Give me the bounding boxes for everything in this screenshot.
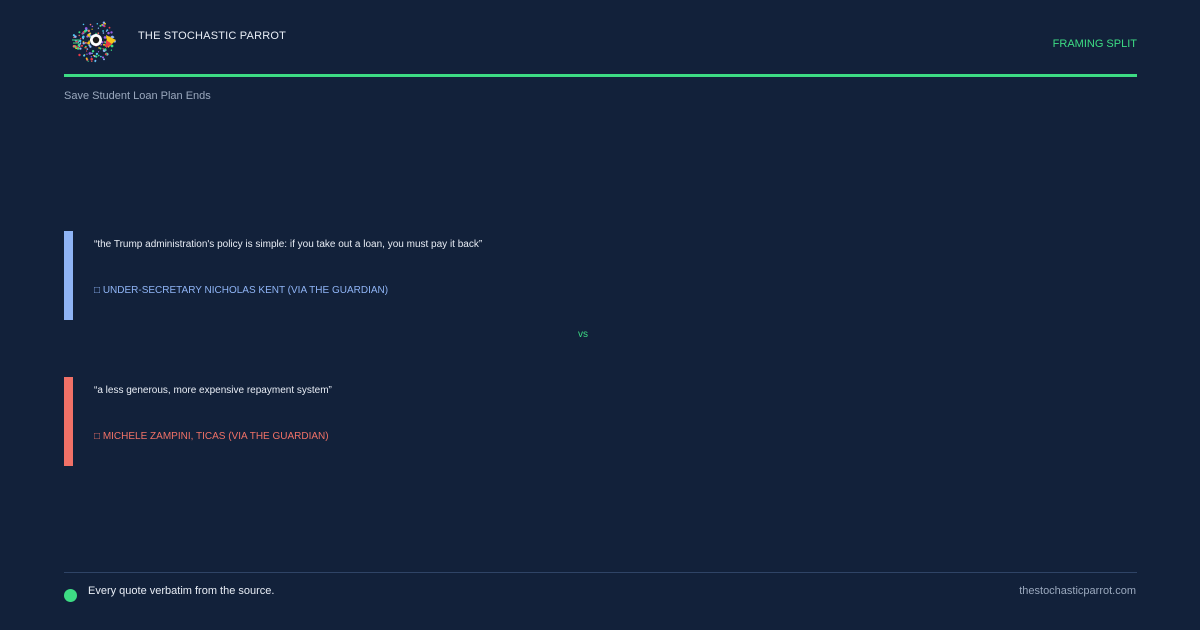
logo-dot xyxy=(102,30,105,32)
vs-label: vs xyxy=(578,329,588,340)
logo-dot xyxy=(108,26,111,29)
logo-dot xyxy=(91,28,93,30)
logo-dot xyxy=(103,36,107,39)
logo-dot xyxy=(79,42,82,45)
logo-dot xyxy=(88,52,92,55)
logo-dot xyxy=(103,58,105,61)
logo-dot xyxy=(87,41,90,45)
attribution-icon: □ xyxy=(94,285,101,296)
logo-dot xyxy=(112,36,115,38)
quote-card-kent: “the Trump administration's policy is si… xyxy=(64,231,964,320)
logo-dot xyxy=(102,32,105,34)
logo-dot xyxy=(91,52,93,55)
logo-dot xyxy=(80,44,84,47)
quote-attribution: □ UNDER-SECRETARY NICHOLAS KENT (VIA THE… xyxy=(94,285,388,296)
logo-dot xyxy=(98,47,100,49)
logo-dot xyxy=(110,44,114,48)
brand-name: THE STOCHASTIC PARROT xyxy=(138,30,287,42)
logo-dot xyxy=(78,45,81,48)
quote-text: “the Trump administration's policy is si… xyxy=(94,239,483,250)
logo-dot xyxy=(78,31,81,34)
logo-dot xyxy=(85,50,88,52)
quote-text: “a less generous, more expensive repayme… xyxy=(94,385,332,396)
logo-dot xyxy=(106,29,109,31)
logo-dot xyxy=(104,22,106,25)
logo-dot xyxy=(87,33,90,37)
logo-dot xyxy=(73,36,75,39)
logo-dot xyxy=(81,33,83,35)
logo-dot xyxy=(82,42,85,45)
logo-dot xyxy=(91,50,95,53)
logo-dot xyxy=(86,53,88,55)
logo-dot xyxy=(104,53,107,56)
logo-dot xyxy=(90,56,93,58)
logo-dot xyxy=(107,31,110,35)
quote-attribution: □ MICHELE ZAMPINI, TICAS (VIA THE GUARDI… xyxy=(94,431,329,442)
logo-dot xyxy=(96,23,99,25)
quote-card-zampini: “a less generous, more expensive repayme… xyxy=(64,377,964,466)
logo-dot xyxy=(79,37,82,40)
topic-title: Save Student Loan Plan Ends xyxy=(64,90,211,102)
attribution-text: MICHELE ZAMPINI, TICAS (VIA THE GUARDIAN… xyxy=(102,431,329,442)
logo-dot xyxy=(77,41,79,43)
logo-dot xyxy=(95,55,98,58)
logo-dot xyxy=(102,48,104,50)
logo-dot xyxy=(82,23,85,26)
logo-dot xyxy=(89,23,92,26)
logo-dot xyxy=(93,54,95,57)
logo-dot xyxy=(101,56,105,59)
logo-dot xyxy=(100,55,102,58)
status-dot-icon xyxy=(64,589,77,602)
logo-dot xyxy=(103,43,105,46)
logo-dot xyxy=(85,57,88,60)
logo-dot xyxy=(83,29,87,33)
quote-accent-bar xyxy=(64,231,73,320)
logo-dot xyxy=(91,25,94,28)
footer-note: Every quote verbatim from the source. xyxy=(88,585,275,597)
logo-dot xyxy=(72,34,76,37)
header-divider xyxy=(64,74,1137,77)
logo-dot xyxy=(85,46,87,49)
logo-dot xyxy=(82,35,85,38)
logo-dot xyxy=(91,60,93,63)
logo-dot xyxy=(97,51,100,53)
logo-dot xyxy=(86,48,89,50)
logo-dot xyxy=(90,57,93,61)
site-link[interactable]: thestochasticparrot.com xyxy=(1019,585,1136,597)
logo-dot xyxy=(87,60,89,62)
logo-dot xyxy=(89,45,92,48)
logo-dot xyxy=(103,41,106,43)
logo-dot xyxy=(78,53,81,57)
logo-dot xyxy=(99,24,102,27)
logo-dot xyxy=(102,24,105,27)
page: THE STOCHASTIC PARROT FRAMING SPLIT Save… xyxy=(0,0,1200,630)
logo-dot xyxy=(97,32,100,35)
logo-dot xyxy=(100,43,103,46)
logo-dot xyxy=(78,34,80,37)
parrot-logo-icon[interactable] xyxy=(70,18,118,64)
logo-dot xyxy=(94,60,96,63)
logo-dot xyxy=(76,47,80,50)
attribution-icon: □ xyxy=(94,431,101,442)
logo-dot xyxy=(104,48,107,51)
logo-dot xyxy=(95,52,99,56)
logo-dot xyxy=(110,49,113,51)
logo-dot xyxy=(87,29,91,33)
logo-dot xyxy=(110,31,113,34)
header: THE STOCHASTIC PARROT FRAMING SPLIT xyxy=(64,16,1137,76)
logo-dot xyxy=(97,54,100,57)
logo-dot xyxy=(74,46,77,48)
logo-dot xyxy=(97,27,100,29)
footer-divider xyxy=(64,572,1137,573)
logo-dot xyxy=(83,54,86,57)
logo-dot xyxy=(84,41,87,44)
framing-split-tag: FRAMING SPLIT xyxy=(1052,38,1137,50)
quote-accent-bar xyxy=(64,377,73,466)
attribution-text: UNDER-SECRETARY NICHOLAS KENT (VIA THE G… xyxy=(102,285,389,296)
